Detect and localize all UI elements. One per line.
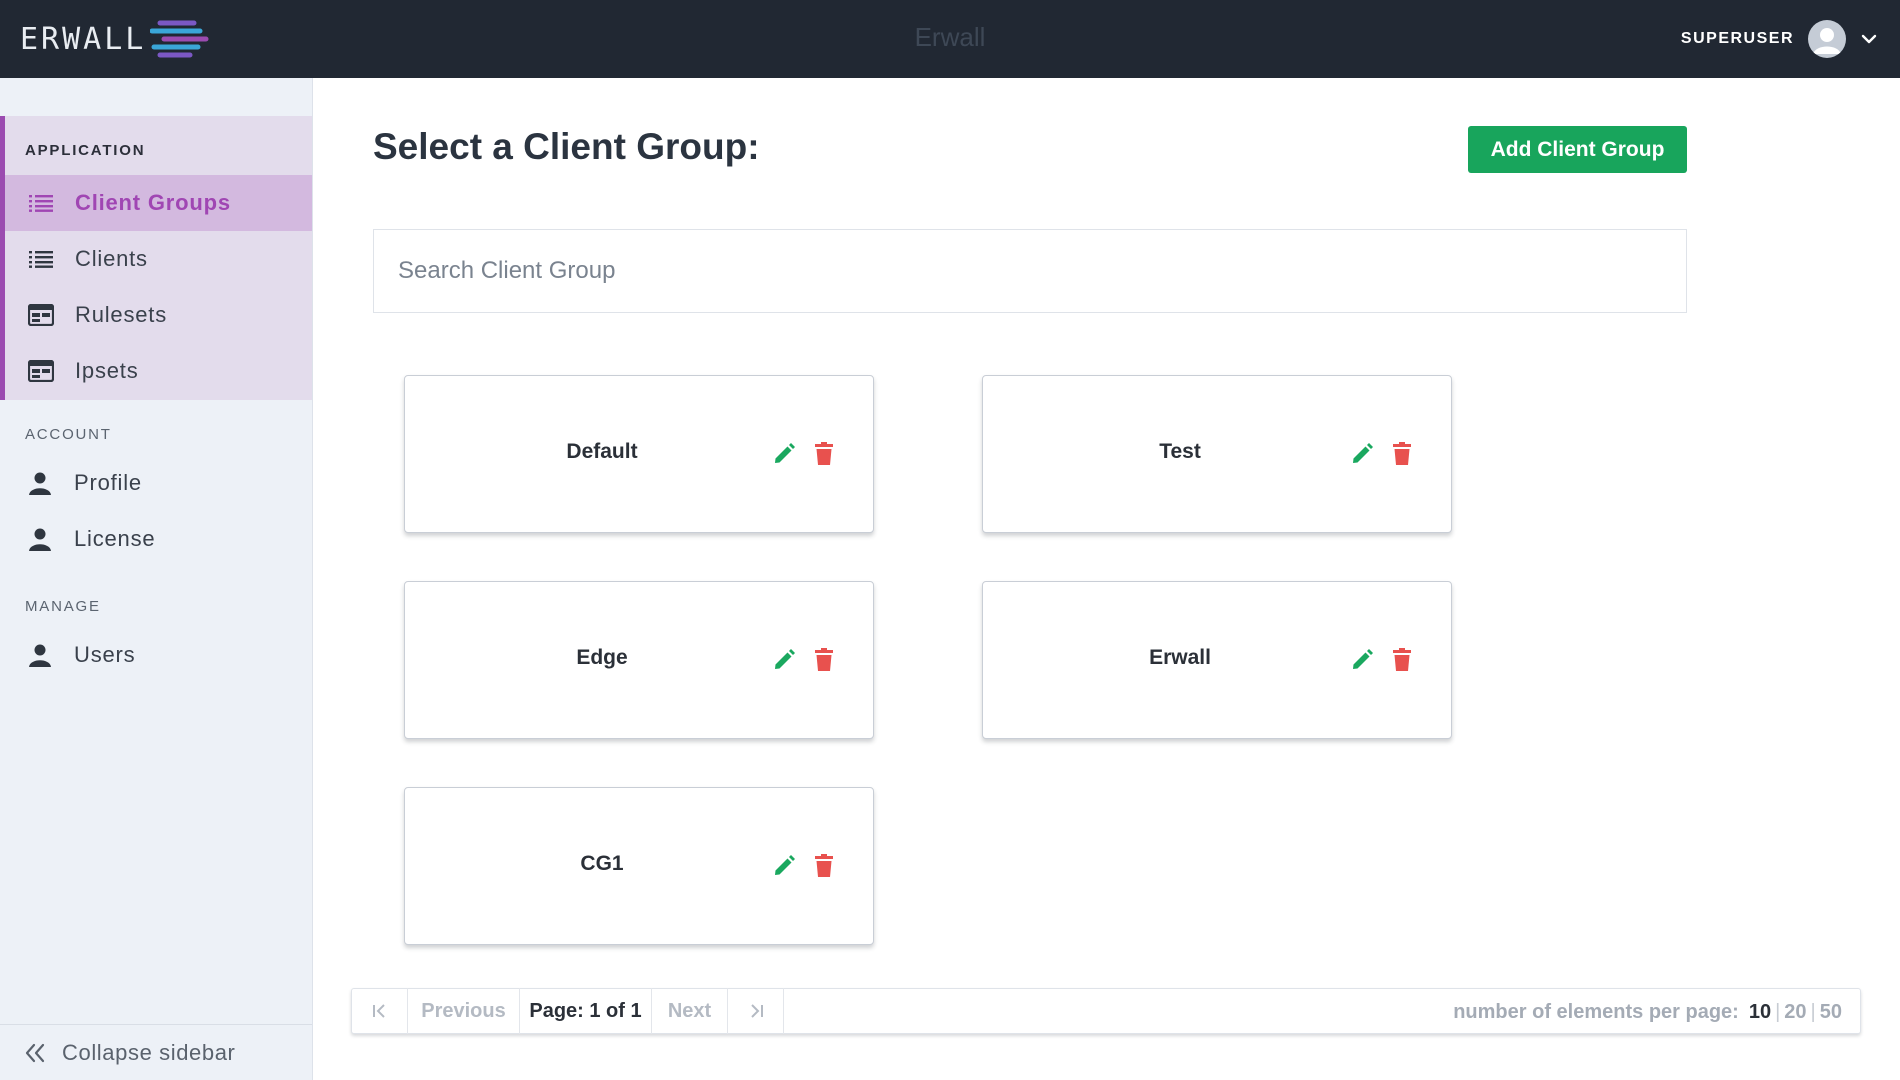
- client-group-card[interactable]: Edge: [404, 581, 874, 739]
- sidebar-item-users[interactable]: Users: [0, 627, 312, 683]
- list-icon: [27, 189, 55, 217]
- sidebar-item-label: Ipsets: [75, 358, 139, 383]
- user-icon: [26, 525, 54, 553]
- collapse-sidebar-button[interactable]: Collapse sidebar: [0, 1024, 312, 1080]
- trash-icon[interactable]: [1391, 442, 1413, 466]
- client-group-card[interactable]: CG1: [404, 787, 874, 945]
- sidebar-item-label: Profile: [74, 470, 142, 495]
- client-group-name: Test: [1159, 440, 1201, 463]
- sidebar-item-label: Rulesets: [75, 302, 167, 327]
- user-menu[interactable]: SUPERUSER: [1681, 18, 1878, 60]
- table-icon: [27, 301, 55, 329]
- collapse-sidebar-label: Collapse sidebar: [62, 1039, 236, 1065]
- client-group-card[interactable]: Erwall: [982, 581, 1452, 739]
- pagination-bar: Previous Page: 1 of 1 Next number of ele…: [351, 988, 1861, 1034]
- top-bar: ERWALL Erwall SUPERUSER: [0, 0, 1900, 78]
- sidebar: APPLICATION Client Groups Clients Rulese…: [0, 78, 313, 1080]
- sidebar-item-license[interactable]: License: [0, 511, 312, 567]
- app-title: Erwall: [914, 22, 986, 52]
- sidebar-item-label: Client Groups: [75, 190, 231, 215]
- section-label-application: APPLICATION: [25, 142, 146, 159]
- section-label-account: ACCOUNT: [25, 426, 112, 443]
- last-page-button[interactable]: [728, 988, 784, 1034]
- page-title: Select a Client Group:: [373, 126, 760, 167]
- pencil-icon[interactable]: [1350, 648, 1374, 672]
- client-group-name: Erwall: [1149, 646, 1211, 669]
- page-indicator: Page: 1 of 1: [520, 988, 652, 1034]
- sidebar-item-label: License: [74, 526, 156, 551]
- per-page-selector: number of elements per page: 10 | 20 | 5…: [1453, 989, 1846, 1035]
- double-chevron-left-icon: [25, 1043, 45, 1062]
- user-icon: [26, 469, 54, 497]
- sidebar-item-label: Clients: [75, 246, 148, 271]
- sidebar-item-profile[interactable]: Profile: [0, 455, 312, 511]
- per-page-option-10[interactable]: 10: [1745, 1001, 1775, 1024]
- user-avatar-icon: [1813, 28, 1841, 54]
- pencil-icon[interactable]: [1350, 442, 1374, 466]
- pencil-icon[interactable]: [772, 854, 796, 878]
- sidebar-item-label: Users: [74, 642, 136, 667]
- section-label-manage: MANAGE: [25, 598, 101, 615]
- client-group-card[interactable]: Test: [982, 375, 1452, 533]
- sidebar-item-ipsets[interactable]: Ipsets: [5, 343, 312, 399]
- client-group-name: CG1: [580, 852, 624, 875]
- sidebar-item-client-groups[interactable]: Client Groups: [5, 175, 312, 231]
- client-group-card[interactable]: Default: [404, 375, 874, 533]
- chevron-down-icon[interactable]: [1860, 30, 1878, 48]
- trash-icon[interactable]: [1391, 648, 1413, 672]
- trash-icon[interactable]: [813, 442, 835, 466]
- username: SUPERUSER: [1680, 30, 1794, 47]
- trash-icon[interactable]: [813, 648, 835, 672]
- per-page-option-50[interactable]: 50: [1816, 1001, 1846, 1024]
- previous-page-button[interactable]: Previous: [408, 988, 520, 1034]
- pencil-icon[interactable]: [772, 442, 796, 466]
- add-client-group-button[interactable]: Add Client Group: [1468, 126, 1687, 173]
- last-page-icon: [750, 1004, 763, 1018]
- search-input[interactable]: [373, 229, 1687, 313]
- table-icon: [27, 357, 55, 385]
- per-page-label: number of elements per page:: [1453, 1000, 1739, 1023]
- client-group-name: Edge: [576, 646, 628, 669]
- sidebar-item-rulesets[interactable]: Rulesets: [5, 287, 312, 343]
- user-icon: [26, 641, 54, 669]
- per-page-option-20[interactable]: 20: [1780, 1001, 1810, 1024]
- avatar[interactable]: [1808, 20, 1846, 58]
- trash-icon[interactable]: [813, 854, 835, 878]
- client-group-name: Default: [566, 440, 638, 463]
- first-page-icon: [372, 1004, 385, 1018]
- next-page-button[interactable]: Next: [652, 988, 728, 1034]
- sidebar-item-clients[interactable]: Clients: [5, 231, 312, 287]
- pencil-icon[interactable]: [772, 648, 796, 672]
- first-page-button[interactable]: [352, 988, 408, 1034]
- list-icon: [27, 245, 55, 273]
